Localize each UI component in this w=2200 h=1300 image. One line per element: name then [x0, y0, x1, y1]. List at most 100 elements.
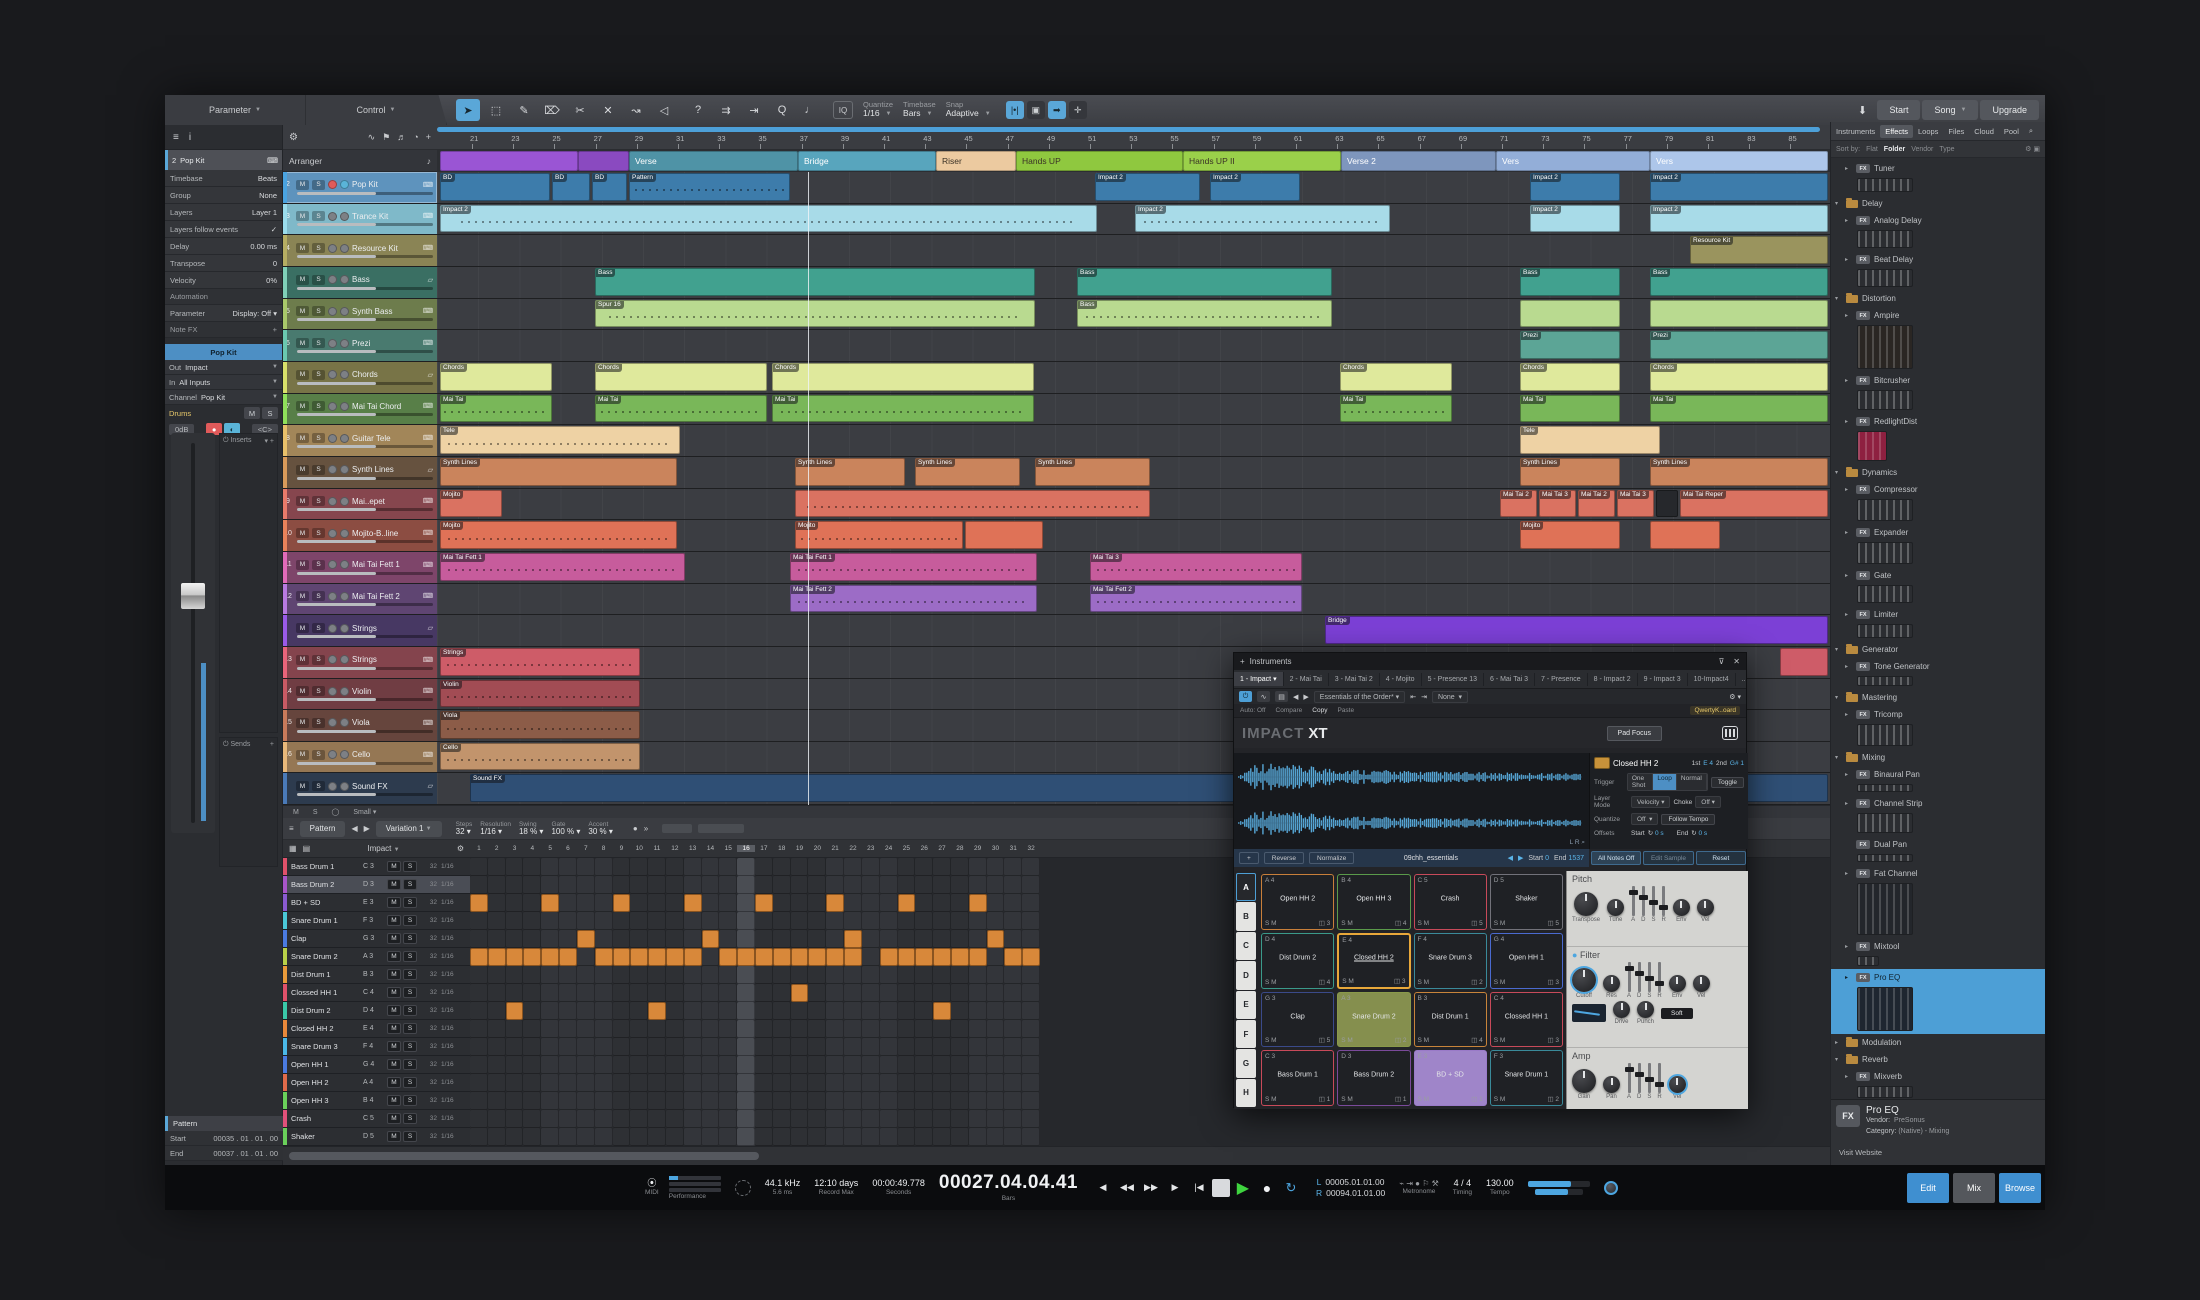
step-cell[interactable]: [613, 858, 631, 876]
add-sample-button[interactable]: +: [1239, 852, 1259, 864]
step-cell[interactable]: [559, 894, 577, 912]
step-cell[interactable]: [737, 1020, 755, 1038]
instrument-tab[interactable]: 5 - Presence 13: [1422, 673, 1484, 686]
reverse-button[interactable]: Reverse: [1264, 852, 1304, 864]
step-cell[interactable]: [577, 930, 595, 948]
step-cell[interactable]: [613, 1110, 631, 1128]
step-cell[interactable]: [702, 966, 720, 984]
step-cell[interactable]: [541, 912, 559, 930]
wrench-icon[interactable]: ⚙: [289, 132, 298, 143]
add-send-button[interactable]: +: [270, 741, 274, 749]
step-cell[interactable]: [987, 1002, 1005, 1020]
clip[interactable]: Impact 2: [1210, 173, 1300, 201]
step-cell[interactable]: [613, 1020, 631, 1038]
clip[interactable]: Chords: [1520, 363, 1620, 391]
step-cell[interactable]: [826, 984, 844, 1002]
row-mute-button[interactable]: M: [387, 1077, 401, 1088]
step-cell[interactable]: [488, 894, 506, 912]
step-cell[interactable]: [523, 984, 541, 1002]
clip[interactable]: Viola: [440, 711, 640, 739]
step-cell[interactable]: [595, 1092, 613, 1110]
step-cell[interactable]: [1022, 1056, 1040, 1074]
edit-sample-button[interactable]: Edit Sample: [1643, 851, 1693, 865]
instrument-tab[interactable]: 9 - Impact 3: [1638, 673, 1688, 686]
cutoff-knob[interactable]: [1572, 968, 1596, 992]
step-cell[interactable]: [844, 984, 862, 1002]
track-mute-button[interactable]: M: [296, 211, 309, 221]
inspector-param-row[interactable]: Velocity0%: [165, 272, 282, 289]
clip[interactable]: Bass: [1520, 268, 1620, 296]
step-cell[interactable]: [488, 1038, 506, 1056]
clip[interactable]: Synth Lines: [1520, 458, 1620, 486]
tree-item-pro-eq[interactable]: ▸FXPro EQ: [1831, 969, 2045, 986]
step-cell[interactable]: [684, 894, 702, 912]
step-cell[interactable]: [613, 1128, 631, 1146]
instrument-tab[interactable]: 3 - Mai Tai 2: [1329, 673, 1380, 686]
step-cell[interactable]: [915, 1128, 933, 1146]
mute-tool[interactable]: ✕: [596, 99, 620, 121]
wrench-icon[interactable]: ⚙: [457, 844, 464, 853]
step-cell[interactable]: [702, 858, 720, 876]
tree-item-analog-delay[interactable]: ▸FXAnalog Delay: [1831, 212, 2045, 229]
pad-solo-mute[interactable]: S M: [1494, 979, 1506, 986]
instrument-tab[interactable]: 10-Impact4: [1688, 673, 1736, 686]
step-cell[interactable]: [541, 1092, 559, 1110]
step-cell[interactable]: [595, 1128, 613, 1146]
track-monitor-button[interactable]: [340, 592, 349, 601]
clip[interactable]: Chords: [595, 363, 767, 391]
step-cell[interactable]: [523, 1092, 541, 1110]
step-cell[interactable]: [773, 948, 791, 966]
pad-bass-drum-1[interactable]: C 3Bass Drum 1S M◫ 1: [1261, 1050, 1334, 1106]
timing-display[interactable]: 4 / 4Timing: [1453, 1178, 1472, 1197]
step-cell[interactable]: [613, 966, 631, 984]
step-cell[interactable]: [470, 1056, 488, 1074]
arrange-icon[interactable]: ⚑: [382, 132, 390, 143]
step-cell[interactable]: [595, 1074, 613, 1092]
prev-bar-button[interactable]: ◀: [1092, 1177, 1114, 1199]
step-cell[interactable]: [862, 1002, 880, 1020]
step-cell[interactable]: [666, 1002, 684, 1020]
step-cell[interactable]: [702, 1092, 720, 1110]
res-knob[interactable]: [1603, 975, 1620, 992]
track-mute-button[interactable]: M: [296, 718, 309, 728]
input-quantize-toggle[interactable]: IQ: [833, 101, 853, 119]
wave-icon[interactable]: ∿: [1257, 691, 1270, 702]
step-cell[interactable]: [523, 1128, 541, 1146]
step-cell[interactable]: [719, 984, 737, 1002]
tree-item-tone-generator[interactable]: ▸FXTone Generator: [1831, 658, 2045, 675]
track-mute-button[interactable]: M: [296, 180, 309, 190]
step-cell[interactable]: [702, 1074, 720, 1092]
step-cell[interactable]: [862, 1110, 880, 1128]
step-cell[interactable]: [648, 912, 666, 930]
step-cell[interactable]: [844, 894, 862, 912]
step-cell[interactable]: [1004, 930, 1022, 948]
parameter-row[interactable]: ParameterDisplay: Off ▾: [165, 305, 282, 322]
step-cell[interactable]: [719, 966, 737, 984]
track-monitor-button[interactable]: [340, 434, 349, 443]
clip[interactable]: Impact 2: [1530, 173, 1620, 201]
track-record-button[interactable]: [328, 275, 337, 284]
step-cell[interactable]: [523, 1074, 541, 1092]
inspector-param-row[interactable]: Delay0.00 ms: [165, 238, 282, 255]
step-cell[interactable]: [987, 912, 1005, 930]
clip[interactable]: Chords: [440, 363, 552, 391]
step-cell[interactable]: [880, 912, 898, 930]
arrange-icon[interactable]: +: [426, 132, 431, 143]
step-cell[interactable]: [702, 1020, 720, 1038]
step-cell[interactable]: [880, 984, 898, 1002]
track-lane[interactable]: Spur 16Bass: [437, 299, 1830, 330]
clip[interactable]: Mai Tai: [1650, 395, 1828, 423]
step-cell[interactable]: [559, 1056, 577, 1074]
step-cell[interactable]: [488, 966, 506, 984]
channel-fader[interactable]: [171, 433, 215, 833]
browser-tab-cloud[interactable]: Cloud: [1969, 125, 1999, 138]
track-monitor-button[interactable]: [340, 687, 349, 696]
step-cell[interactable]: [523, 858, 541, 876]
row-solo-button[interactable]: S: [403, 1095, 417, 1106]
track-solo-button[interactable]: S: [312, 180, 325, 190]
step-cell[interactable]: [719, 1092, 737, 1110]
arrow-tool[interactable]: ➤: [456, 99, 480, 121]
step-cell[interactable]: [613, 948, 631, 966]
step-cell[interactable]: [1004, 876, 1022, 894]
pad-clossed-hh-1[interactable]: C 4Clossed HH 1S M◫ 3: [1490, 992, 1563, 1048]
